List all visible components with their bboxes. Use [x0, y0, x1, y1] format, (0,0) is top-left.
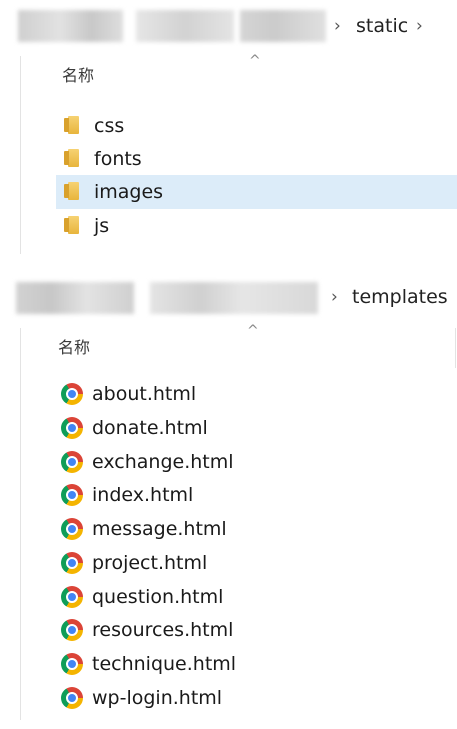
item-label: index.html: [92, 484, 194, 506]
blurred-path-segment: [240, 10, 326, 42]
blurred-path-segment: [150, 282, 318, 314]
item-label: question.html: [92, 586, 224, 608]
item-label: resources.html: [92, 619, 234, 641]
chrome-html-icon: [61, 484, 83, 506]
address-bar[interactable]: › static ›: [0, 0, 457, 50]
column-header-name[interactable]: 名称: [58, 340, 90, 356]
list-item[interactable]: about.html: [56, 377, 457, 411]
templates-folder-window: › templates ^ 名称 about.html donate.html …: [0, 270, 457, 729]
static-folder-window: › static › ^ 名称 css fonts images js: [0, 0, 457, 262]
list-item-selected[interactable]: images: [56, 175, 457, 209]
item-label: wp-login.html: [92, 687, 223, 709]
list-item[interactable]: question.html: [56, 580, 457, 614]
folder-icon: [64, 149, 79, 167]
chrome-html-icon: [61, 653, 83, 675]
list-item[interactable]: exchange.html: [56, 445, 457, 479]
item-label: about.html: [92, 383, 197, 405]
list-item[interactable]: wp-login.html: [56, 681, 457, 715]
item-label: js: [94, 215, 110, 237]
chrome-html-icon: [61, 417, 83, 439]
blurred-path-segment: [18, 10, 123, 42]
item-label: project.html: [92, 552, 208, 574]
pane-border: [455, 328, 456, 368]
item-label: images: [94, 181, 164, 203]
item-label: message.html: [92, 518, 227, 540]
list-item[interactable]: index.html: [56, 478, 457, 512]
list-item[interactable]: fonts: [56, 142, 457, 176]
sort-ascending-icon[interactable]: ^: [247, 324, 259, 338]
list-item[interactable]: resources.html: [56, 613, 457, 647]
address-bar[interactable]: › templates: [0, 270, 457, 325]
pane-border: [20, 328, 21, 720]
item-label: technique.html: [92, 653, 237, 675]
list-item[interactable]: js: [56, 209, 457, 243]
chevron-right-icon[interactable]: ›: [331, 289, 338, 306]
list-item[interactable]: css: [56, 109, 457, 143]
list-item[interactable]: project.html: [56, 546, 457, 580]
breadcrumb-current[interactable]: templates: [352, 288, 448, 307]
chevron-right-icon[interactable]: ›: [334, 18, 341, 35]
list-item[interactable]: donate.html: [56, 411, 457, 445]
folder-icon: [64, 116, 79, 134]
list-item[interactable]: message.html: [56, 512, 457, 546]
breadcrumb-current[interactable]: static: [356, 17, 408, 36]
sort-ascending-icon[interactable]: ^: [249, 54, 261, 68]
chrome-html-icon: [61, 518, 83, 540]
item-label: donate.html: [92, 417, 208, 439]
blurred-path-segment: [16, 282, 134, 314]
chrome-html-icon: [61, 451, 83, 473]
folder-icon: [64, 216, 79, 234]
item-label: fonts: [94, 148, 142, 170]
list-item[interactable]: technique.html: [56, 647, 457, 681]
chrome-html-icon: [61, 552, 83, 574]
chrome-html-icon: [61, 383, 83, 405]
chrome-html-icon: [61, 619, 83, 641]
item-label: css: [94, 115, 125, 137]
column-header-name[interactable]: 名称: [62, 68, 94, 84]
chrome-html-icon: [61, 586, 83, 608]
chrome-html-icon: [61, 687, 83, 709]
folder-icon: [64, 182, 79, 200]
item-label: exchange.html: [92, 451, 234, 473]
blurred-path-segment: [136, 10, 234, 42]
chevron-right-icon[interactable]: ›: [416, 18, 423, 35]
pane-border: [20, 56, 21, 254]
